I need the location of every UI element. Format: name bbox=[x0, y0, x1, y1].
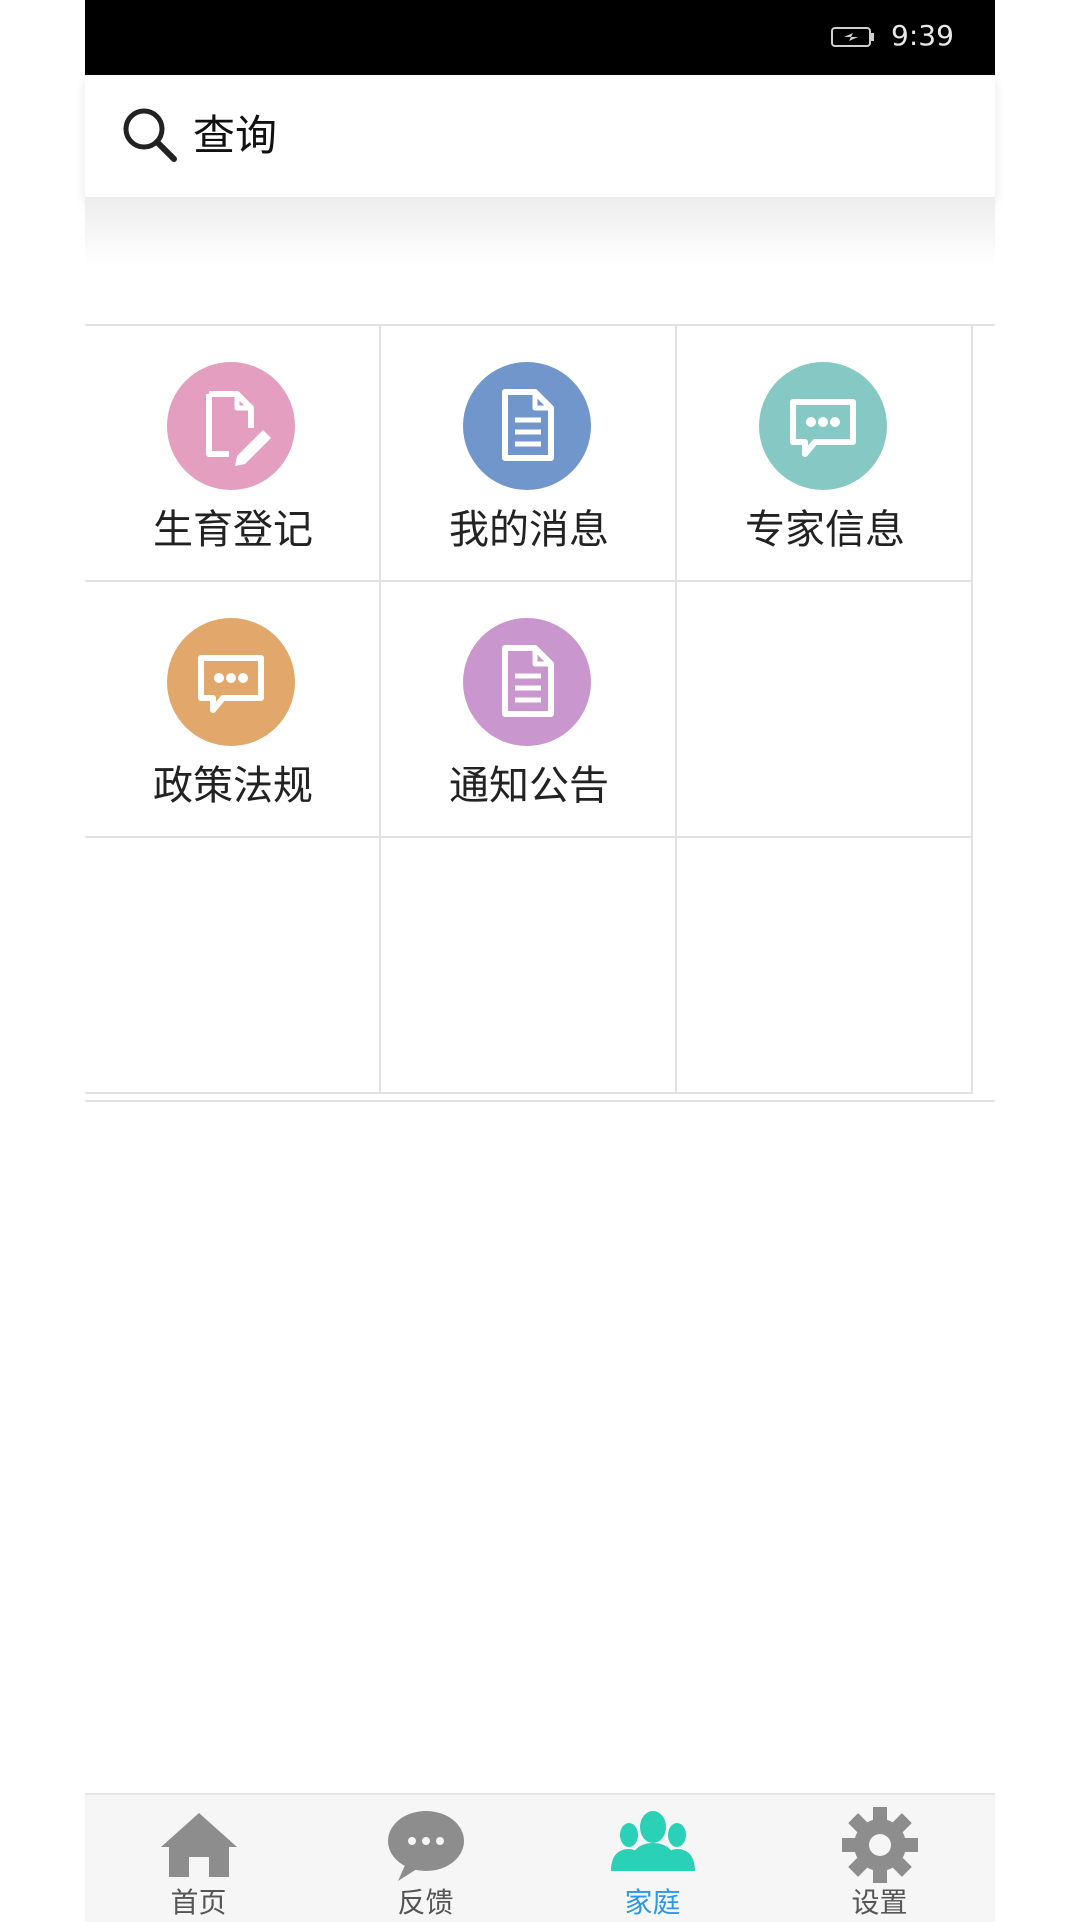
status-bar: 9:39 bbox=[85, 0, 995, 75]
grid-item-my-messages[interactable]: 我的消息 bbox=[381, 326, 677, 582]
grid-item-notices[interactable]: 通知公告 bbox=[381, 582, 677, 838]
my-messages-icon-badge bbox=[463, 362, 591, 490]
function-grid: 生育登记 我的消息 专家信息 政策法规 通知公告 bbox=[85, 324, 995, 1102]
expert-info-icon-badge bbox=[759, 362, 887, 490]
grid-item-empty bbox=[677, 582, 973, 838]
tab-home[interactable]: 首页 bbox=[85, 1795, 312, 1922]
tab-label: 首页 bbox=[170, 1886, 227, 1919]
tab-family[interactable]: 家庭 bbox=[539, 1795, 766, 1922]
tab-label: 反馈 bbox=[397, 1886, 454, 1919]
people-icon bbox=[611, 1811, 695, 1871]
right-margin bbox=[995, 0, 1080, 1920]
policy-regulations-icon-badge bbox=[167, 618, 295, 746]
chat-bubble-icon bbox=[198, 655, 264, 713]
left-margin bbox=[0, 0, 85, 1920]
grid-item-empty bbox=[677, 838, 973, 1094]
banner-placeholder bbox=[85, 197, 995, 267]
search-bar[interactable]: 查询 bbox=[85, 75, 995, 197]
search-label: 查询 bbox=[193, 111, 278, 160]
chat-bubble-icon bbox=[388, 1811, 464, 1881]
bottom-tab-bar: 首页 反馈 家庭 设置 bbox=[85, 1793, 995, 1922]
app-screen: 9:39 查询 生育登记 我的消息 专家信息 政策法规 通知公告 首页 反馈 家… bbox=[85, 0, 995, 1922]
birth-registration-icon-badge bbox=[167, 362, 295, 490]
grid-item-label: 通知公告 bbox=[449, 763, 609, 809]
grid-item-empty bbox=[85, 838, 381, 1094]
grid-item-label: 我的消息 bbox=[449, 507, 609, 553]
grid-item-label: 政策法规 bbox=[153, 763, 313, 809]
document-icon bbox=[502, 645, 554, 717]
grid-item-label: 生育登记 bbox=[153, 507, 313, 553]
search-icon bbox=[123, 108, 177, 162]
grid-item-label: 专家信息 bbox=[745, 507, 905, 553]
home-icon bbox=[161, 1813, 237, 1877]
document-edit-icon bbox=[206, 391, 271, 466]
notices-icon-badge bbox=[463, 618, 591, 746]
grid-item-empty bbox=[381, 838, 677, 1094]
gear-icon bbox=[842, 1807, 918, 1883]
tab-settings[interactable]: 设置 bbox=[766, 1795, 993, 1922]
grid-item-policy-regulations[interactable]: 政策法规 bbox=[85, 582, 381, 838]
tab-label: 设置 bbox=[851, 1886, 908, 1919]
battery-icon bbox=[831, 27, 874, 47]
status-time: 9:39 bbox=[891, 19, 954, 52]
grid-item-expert-info[interactable]: 专家信息 bbox=[677, 326, 973, 582]
document-icon bbox=[502, 389, 554, 461]
tab-feedback[interactable]: 反馈 bbox=[312, 1795, 539, 1922]
grid-item-birth-registration[interactable]: 生育登记 bbox=[85, 326, 381, 582]
chat-bubble-icon bbox=[790, 399, 856, 457]
tab-label: 家庭 bbox=[624, 1886, 681, 1919]
